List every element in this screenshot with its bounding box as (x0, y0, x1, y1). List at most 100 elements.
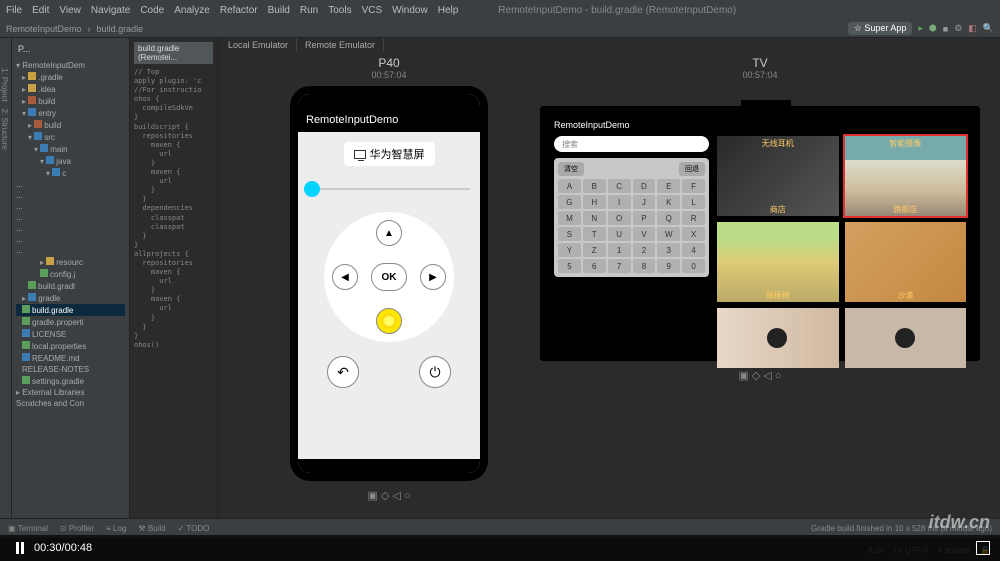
tab-local-emulator[interactable]: Local Emulator (220, 38, 297, 52)
kb-key[interactable]: L (682, 195, 705, 209)
code-editor[interactable]: build.gradle (Remotei... // Topapply plu… (130, 38, 218, 518)
kb-key[interactable]: P (633, 211, 656, 225)
tree-item[interactable]: Scratches and Con (16, 398, 125, 409)
kb-key[interactable]: O (608, 211, 631, 225)
tree-item[interactable]: .gradle (16, 71, 125, 83)
tree-item[interactable]: settings.gradle (16, 375, 125, 387)
debug-icon[interactable]: ⬢ (929, 23, 937, 34)
kb-key[interactable]: 8 (633, 259, 656, 273)
kb-key[interactable]: D (633, 179, 656, 193)
crumb-file[interactable]: build.gradle (97, 24, 144, 34)
menu-vcs[interactable]: VCS (362, 5, 383, 16)
tab-remote-emulator[interactable]: Remote Emulator (297, 38, 384, 52)
kb-key[interactable]: T (583, 227, 606, 241)
kb-key[interactable]: N (583, 211, 606, 225)
kb-key[interactable]: A (558, 179, 581, 193)
tv-card[interactable]: 沙漠 (845, 222, 967, 302)
pause-button[interactable] (10, 541, 24, 555)
menu-build[interactable]: Build (268, 5, 290, 16)
tree-item[interactable]: gradle.properti (16, 316, 125, 328)
menu-file[interactable]: File (6, 5, 22, 16)
kb-key[interactable]: J (633, 195, 656, 209)
kb-key[interactable]: U (608, 227, 631, 241)
power-button[interactable]: ⏻ (419, 356, 451, 388)
kb-key[interactable]: 3 (657, 243, 680, 257)
run-icon[interactable]: ▸ (918, 23, 923, 34)
tv-card[interactable]: 胡杨树 (717, 222, 839, 302)
kb-key[interactable]: B (583, 179, 606, 193)
tab-profiler[interactable]: ⊙ Profiler (60, 524, 94, 533)
tree-item[interactable]: build (16, 95, 125, 107)
dpad-up-button[interactable]: ▲ (376, 220, 402, 246)
tree-item[interactable]: c (16, 167, 125, 179)
tree-item[interactable]: External Libraries (16, 387, 125, 398)
kb-key[interactable]: X (682, 227, 705, 241)
kb-key[interactable]: G (558, 195, 581, 209)
tv-card[interactable]: 智能摄像旗舰店 (845, 136, 967, 216)
tree-item[interactable]: ... (16, 190, 125, 201)
volume-slider[interactable] (308, 188, 470, 190)
menu-run[interactable]: Run (300, 5, 318, 16)
menu-code[interactable]: Code (140, 5, 164, 16)
kb-key[interactable]: 5 (558, 259, 581, 273)
tree-item[interactable]: gradle (16, 292, 125, 304)
tree-item[interactable]: main (16, 143, 125, 155)
kb-key[interactable]: H (583, 195, 606, 209)
dpad-right-button[interactable]: ▶ (420, 264, 446, 290)
menu-help[interactable]: Help (438, 5, 459, 16)
tree-item[interactable]: entry (16, 107, 125, 119)
tv-card[interactable] (845, 308, 967, 368)
tree-item[interactable]: local.properties (16, 340, 125, 352)
left-gutter[interactable]: 1: Project 2: Structure (0, 38, 12, 518)
tool-icon[interactable]: ⚙ (954, 23, 962, 34)
kb-key[interactable]: 6 (583, 259, 606, 273)
kb-key[interactable]: 0 (682, 259, 705, 273)
dpad-down-button[interactable] (376, 308, 402, 334)
kb-key[interactable]: S (558, 227, 581, 241)
tree-item[interactable]: ... (16, 234, 125, 245)
kb-key[interactable]: I (608, 195, 631, 209)
kb-key[interactable]: Y (558, 243, 581, 257)
kb-key[interactable]: 1 (608, 243, 631, 257)
tab-todo[interactable]: ✓ TODO (178, 524, 210, 533)
kb-key[interactable]: R (682, 211, 705, 225)
tool-icon2[interactable]: ◧ (968, 23, 977, 34)
editor-tab[interactable]: build.gradle (Remotei... (134, 42, 213, 64)
menu-tools[interactable]: Tools (328, 5, 351, 16)
tree-item[interactable]: README.md (16, 352, 125, 364)
tree-item[interactable]: config.j (16, 268, 125, 280)
tree-item[interactable]: LICENSE (16, 328, 125, 340)
kb-clear-button[interactable]: 清空 (558, 162, 584, 176)
emulator-controls-tv[interactable]: ▣ ◇ ◁ ○ (738, 369, 781, 382)
tree-item[interactable]: RemoteInputDem (16, 60, 125, 71)
slider-thumb[interactable] (304, 181, 320, 197)
kb-key[interactable]: M (558, 211, 581, 225)
menu-analyze[interactable]: Analyze (174, 5, 210, 16)
kb-key[interactable]: E (657, 179, 680, 193)
tree-item[interactable]: build (16, 119, 125, 131)
tab-terminal[interactable]: ▣ Terminal (8, 524, 48, 533)
kb-key[interactable]: V (633, 227, 656, 241)
menu-view[interactable]: View (59, 5, 81, 16)
tree-item[interactable]: ... (16, 245, 125, 256)
kb-key[interactable]: W (657, 227, 680, 241)
device-label[interactable]: 华为智慧屏 (344, 142, 435, 166)
menu-refactor[interactable]: Refactor (220, 5, 258, 16)
menu-edit[interactable]: Edit (32, 5, 49, 16)
kb-key[interactable]: 2 (633, 243, 656, 257)
tree-item[interactable]: src (16, 131, 125, 143)
kb-key[interactable]: K (657, 195, 680, 209)
tab-build[interactable]: ⚒ Build (138, 524, 165, 533)
dpad-ok-button[interactable]: OK (371, 263, 407, 291)
kb-key[interactable]: 9 (657, 259, 680, 273)
tree-item[interactable]: ... (16, 212, 125, 223)
tree-item[interactable]: build.gradl (16, 280, 125, 292)
kb-key[interactable]: 7 (608, 259, 631, 273)
tree-item[interactable]: build.gradle (16, 304, 125, 316)
tab-log[interactable]: ≡ Log (106, 524, 126, 533)
fullscreen-button[interactable] (976, 541, 990, 555)
tv-card[interactable]: 无线耳机商店 (717, 136, 839, 216)
kb-key[interactable]: Q (657, 211, 680, 225)
kb-key[interactable]: F (682, 179, 705, 193)
tv-card[interactable] (717, 308, 839, 368)
